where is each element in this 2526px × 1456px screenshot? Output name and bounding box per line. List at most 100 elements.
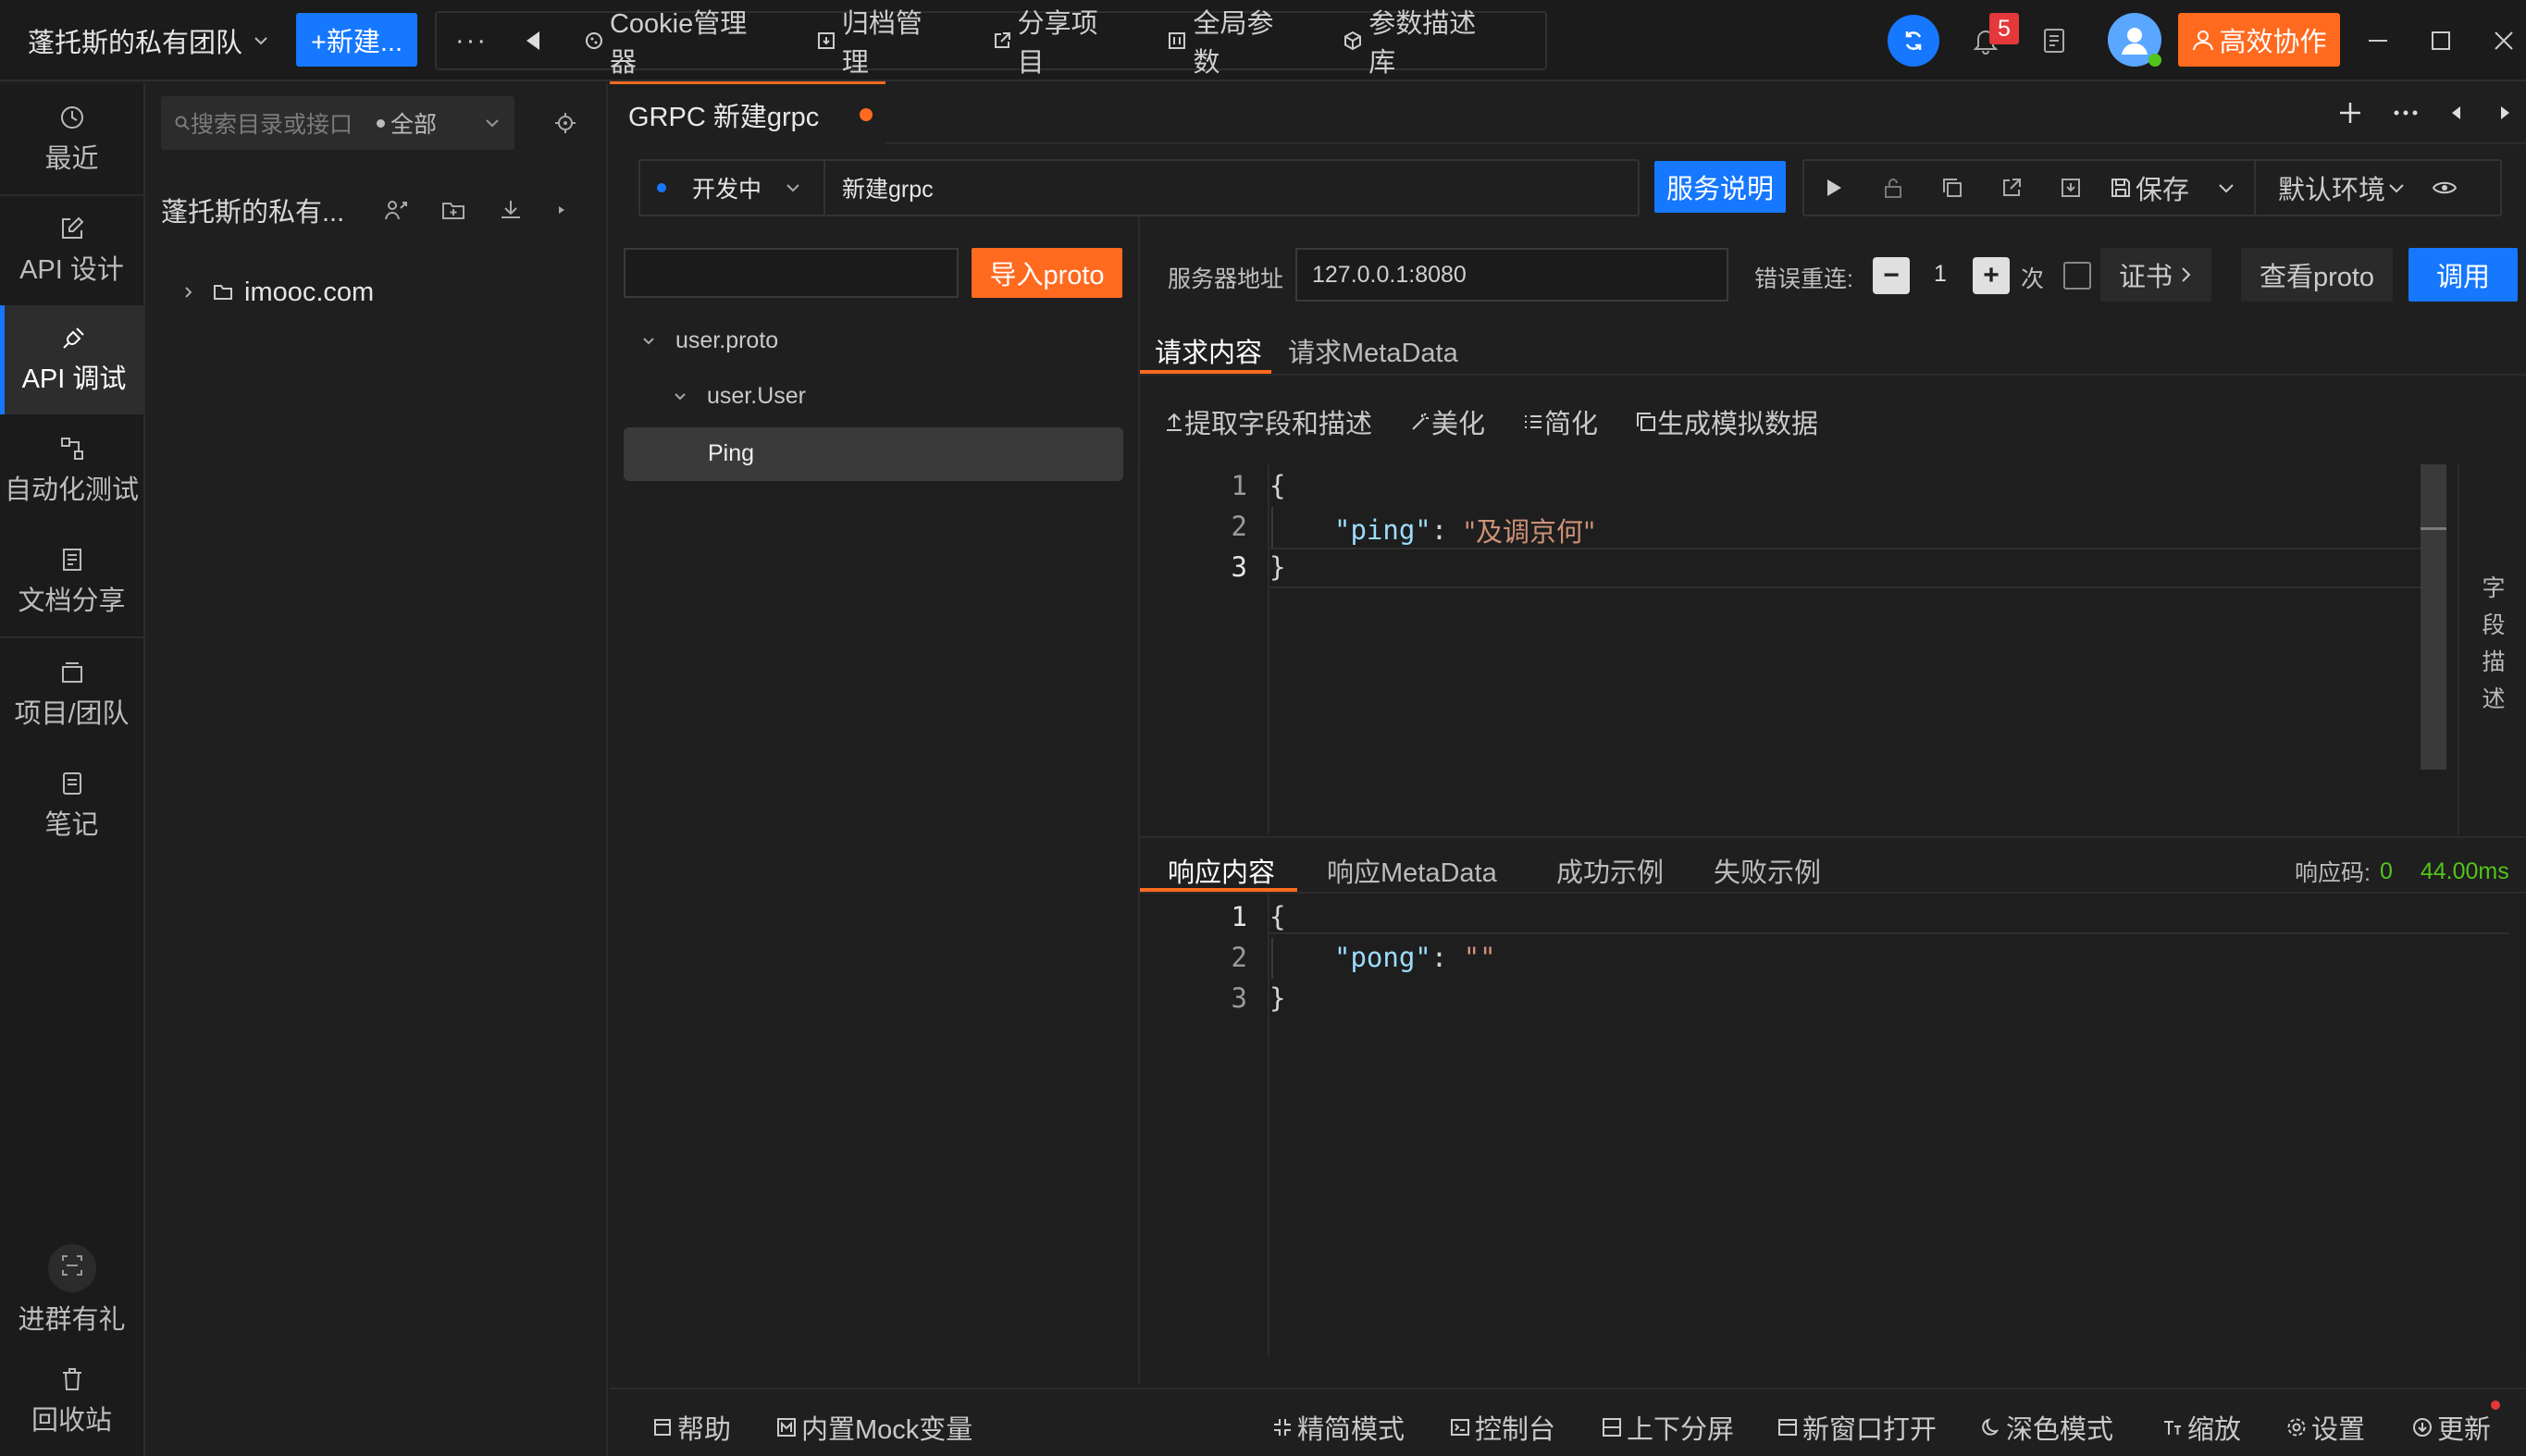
tab-scroll-right[interactable]: [2489, 96, 2522, 130]
service-doc-button[interactable]: 服务说明: [1654, 161, 1786, 213]
zoom-button[interactable]: 缩放: [2161, 1408, 2241, 1447]
tab-scroll-left[interactable]: [2439, 96, 2472, 130]
export-button[interactable]: [2041, 161, 2100, 215]
nav-doc-share[interactable]: 文档分享: [0, 527, 143, 636]
folder-item[interactable]: imooc.com: [181, 274, 374, 311]
retry-decrement-button[interactable]: −: [1873, 257, 1910, 294]
share-people-icon[interactable]: [383, 197, 409, 223]
nav-auto-test[interactable]: 自动化测试: [0, 416, 143, 525]
mock-vars-button[interactable]: 内置Mock变量: [775, 1408, 972, 1447]
proto-service-item[interactable]: user.User: [672, 383, 806, 410]
locate-button[interactable]: [550, 107, 581, 139]
join-group-icon-wrap: [47, 1244, 96, 1292]
retry-checkbox[interactable]: [2063, 262, 2091, 290]
nav-trash[interactable]: 回收站: [0, 1347, 143, 1456]
save-dropdown[interactable]: [2198, 161, 2254, 215]
retry-increment-button[interactable]: +: [1973, 257, 2010, 294]
mock-data-button[interactable]: 生成模拟数据: [1635, 402, 1818, 441]
tab-response-body[interactable]: 响应内容: [1168, 851, 1275, 890]
status-dot: [657, 183, 666, 192]
param-library-button[interactable]: 参数描述库: [1343, 2, 1503, 80]
request-editor[interactable]: 1 2 3 { "ping" : "及调京何" }: [1140, 464, 2446, 834]
cookie-manager-label: Cookie管理器: [609, 9, 748, 78]
server-address-input[interactable]: 127.0.0.1:8080: [1295, 248, 1728, 302]
invoke-button[interactable]: 调用: [2408, 248, 2518, 302]
run-button[interactable]: [1804, 161, 1864, 215]
global-params-button[interactable]: 全局参数: [1167, 2, 1300, 80]
proto-file-item[interactable]: user.proto: [640, 327, 778, 354]
share-project-label: 分享项目: [1017, 9, 1098, 78]
nav-join-group-label: 进群有礼: [18, 1305, 126, 1335]
save-button[interactable]: 保存: [2110, 161, 2189, 215]
help-button[interactable]: 帮助: [651, 1408, 731, 1447]
mock-vars-label: 内置Mock变量: [801, 1415, 973, 1445]
close-button[interactable]: [2485, 22, 2522, 59]
team-switcher[interactable]: 蓬托斯的私有团队: [28, 0, 270, 81]
nav-join-group[interactable]: 进群有礼: [0, 1236, 143, 1345]
tab-success-example[interactable]: 成功示例: [1556, 851, 1664, 890]
filter-select[interactable]: 全部: [390, 106, 437, 140]
settings-button[interactable]: 设置: [2285, 1408, 2365, 1447]
dark-mode-button[interactable]: 深色模式: [1980, 1408, 2113, 1447]
maximize-button[interactable]: [2422, 22, 2459, 59]
proto-search-input[interactable]: [624, 248, 959, 298]
tab-more-button[interactable]: [2385, 93, 2426, 133]
response-editor[interactable]: 1 2 3 { "pong" : "" }: [1140, 894, 2526, 1356]
lock-button[interactable]: [1864, 161, 1923, 215]
params-icon: [1169, 32, 1186, 49]
nav-recent-label: 最近: [44, 144, 99, 174]
import-proto-button[interactable]: 导入proto: [972, 248, 1122, 298]
folder-add-icon[interactable]: [440, 197, 466, 223]
new-button[interactable]: +新建...: [296, 13, 417, 67]
collab-button[interactable]: 高效协作: [2178, 13, 2340, 67]
response-split-line[interactable]: [1140, 836, 2526, 838]
view-proto-button[interactable]: 查看proto: [2241, 248, 2393, 302]
compact-mode-button[interactable]: 精简模式: [1271, 1408, 1405, 1447]
nav-recent[interactable]: 最近: [0, 85, 143, 194]
copy-button[interactable]: [1923, 161, 1982, 215]
tab-response-metadata[interactable]: 响应MetaData: [1327, 851, 1497, 890]
api-name-input[interactable]: 新建grpc: [823, 159, 1640, 216]
beautify-button[interactable]: 美化: [1409, 402, 1485, 441]
more-button[interactable]: ···: [455, 26, 488, 56]
split-view-button[interactable]: 上下分屏: [1601, 1408, 1734, 1447]
add-tab-button[interactable]: [2330, 93, 2371, 133]
minimize-button[interactable]: [2359, 22, 2396, 59]
console-button[interactable]: 控制台: [1449, 1408, 1555, 1447]
nav-project-team[interactable]: 项目/团队: [0, 640, 143, 749]
extract-fields-button[interactable]: 提取字段和描述: [1164, 402, 1372, 441]
cookie-manager-button[interactable]: Cookie管理器: [584, 2, 774, 80]
notes-button[interactable]: [2036, 20, 2073, 61]
tab-grpc[interactable]: GRPC 新建grpc: [610, 81, 885, 144]
cloud-download-icon: [2413, 1418, 2432, 1437]
code-line-2: "ping" : "及调京何": [1334, 511, 1595, 549]
team-short-name[interactable]: 蓬托斯的私有...: [161, 191, 344, 229]
field-desc-panel-toggle[interactable]: 字 段 描 述: [2480, 570, 2507, 718]
nav-notes[interactable]: 笔记: [0, 751, 143, 860]
editor-scrollbar[interactable]: [2421, 464, 2446, 770]
console-label: 控制台: [1475, 1415, 1556, 1445]
tab-fail-example[interactable]: 失败示例: [1714, 851, 1821, 890]
download-icon[interactable]: [498, 197, 524, 223]
status-select[interactable]: 开发中: [638, 159, 825, 216]
share-project-button[interactable]: 分享项目: [992, 2, 1125, 80]
caret-left-icon: [2452, 106, 2460, 119]
caret-right-icon[interactable]: [555, 204, 568, 216]
collapse-left-button[interactable]: [525, 31, 547, 51]
tab-request-body[interactable]: 请求内容: [1155, 331, 1262, 370]
archive-button[interactable]: 归档管理: [816, 2, 949, 80]
new-window-button[interactable]: 新窗口打开: [1777, 1408, 1937, 1447]
nav-api-debug[interactable]: API 调试: [0, 305, 143, 414]
nav-api-design[interactable]: API 设计: [0, 196, 143, 305]
environment-select[interactable]: 默认环境: [2278, 161, 2408, 215]
share-button[interactable]: [1982, 161, 2041, 215]
tab-request-metadata[interactable]: 请求MetaData: [1288, 331, 1458, 370]
proto-method-item[interactable]: [624, 427, 1123, 481]
update-button[interactable]: 更新: [2411, 1408, 2491, 1447]
simplify-button[interactable]: 简化: [1522, 402, 1598, 441]
env-preview-button[interactable]: [2417, 161, 2472, 215]
search-box[interactable]: 搜索目录或接口 全部: [161, 96, 514, 150]
retry-count[interactable]: 1: [1934, 261, 1947, 288]
sync-button[interactable]: [1888, 15, 1939, 67]
cert-button[interactable]: 证书: [2100, 248, 2211, 302]
